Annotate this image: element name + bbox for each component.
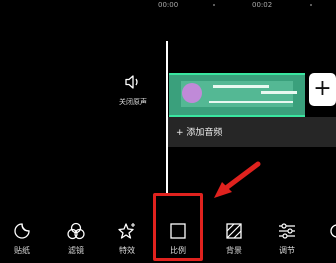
clip-thumbnail-bar	[261, 91, 297, 94]
toolbar-label: 背景	[226, 246, 242, 255]
toolbar-background[interactable]: 背景	[214, 222, 254, 263]
add-audio-track[interactable]: + 添加音频	[168, 117, 336, 147]
toolbar-label: 贴纸	[14, 246, 30, 255]
toolbar-filter[interactable]: 滤镜	[56, 222, 96, 263]
filter-icon	[67, 222, 85, 240]
toolbar-ratio[interactable]: 比例	[158, 222, 198, 263]
adjust-icon	[279, 223, 295, 239]
toolbar-adjust[interactable]: 调节	[267, 222, 307, 263]
mute-original-audio-button[interactable]: 关闭原声	[113, 74, 153, 110]
toolbar-sticker[interactable]: 贴纸	[2, 222, 42, 263]
playhead[interactable]	[166, 41, 168, 194]
background-icon	[226, 223, 242, 239]
timecode-2s: 00:02	[252, 1, 273, 9]
video-clip[interactable]	[169, 73, 305, 117]
toolbar-label: 比例	[170, 246, 186, 255]
toolbar-label: 调节	[279, 246, 295, 255]
timeline-tick	[310, 4, 312, 6]
effects-icon	[118, 223, 135, 239]
speaker-icon	[125, 75, 138, 89]
more-icon	[330, 224, 336, 238]
toolbar-label: 滤镜	[68, 246, 84, 255]
annotation-arrow-icon	[214, 161, 261, 198]
toolbar-label: 特效	[119, 246, 135, 255]
sticker-icon	[14, 223, 30, 239]
add-clip-button[interactable]: +	[309, 73, 336, 106]
timecode-start: 00:00	[158, 1, 179, 9]
add-audio-label: + 添加音频	[176, 128, 223, 138]
mute-label: 关闭原声	[119, 98, 147, 106]
timeline-tick	[213, 4, 215, 6]
ratio-icon	[170, 223, 186, 239]
toolbar-effects[interactable]: 特效	[107, 222, 147, 263]
clip-thumbnail-bar	[209, 101, 293, 103]
toolbar-next-item[interactable]	[328, 222, 336, 240]
clip-thumbnail-avatar	[182, 83, 202, 103]
clip-thumbnail-bar	[213, 85, 269, 88]
